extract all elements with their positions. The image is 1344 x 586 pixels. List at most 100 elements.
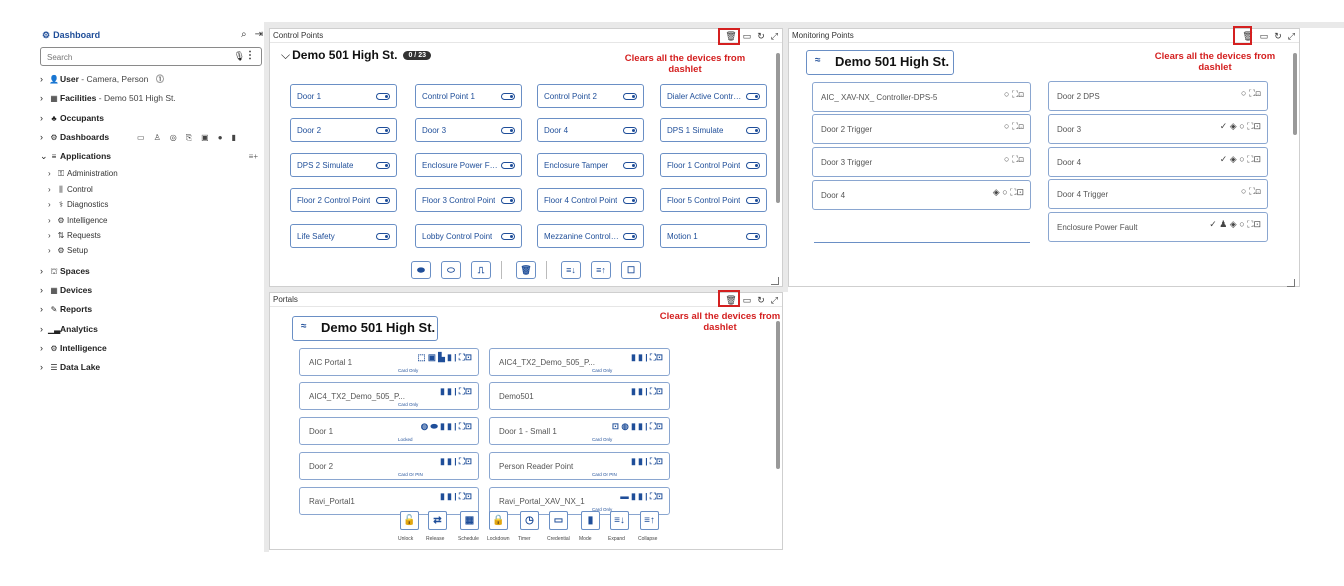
control-point-card[interactable]: Control Point 1: [415, 84, 522, 108]
toggle-icon[interactable]: [501, 93, 515, 100]
status-icons[interactable]: ○ ⛶⊡: [1241, 186, 1261, 197]
toggle-icon[interactable]: [746, 93, 760, 100]
monitoring-point-card[interactable]: Enclosure Power Fault ✓ ♟ ◈ ○ ⛶⊡: [1048, 212, 1268, 242]
microphone-icon[interactable]: 🎙: [234, 51, 245, 62]
toggle-icon[interactable]: [501, 233, 515, 240]
toggle-icon[interactable]: [501, 127, 515, 134]
globe-icon[interactable]: ◎: [170, 133, 177, 142]
portal-action-icons[interactable]: ▮ ▮ | ⛶⊡: [440, 386, 472, 397]
status-icons[interactable]: ○ ⛶⊡: [1004, 154, 1024, 165]
sidebar-item-devices[interactable]: › ▦ Devices: [40, 281, 264, 300]
sidebar-item-occupants[interactable]: › ♣ Occupants: [40, 109, 264, 128]
search-field[interactable]: 🎙 ⋮: [40, 47, 262, 66]
select-all-button[interactable]: ☐: [621, 261, 641, 279]
control-point-card[interactable]: Door 3: [415, 118, 522, 142]
portal-action-icons[interactable]: ▮ ▮ | ⛶⊡: [631, 456, 663, 467]
portal-card[interactable]: Door 1 - Small 1 ⊡ ◍ ▮ ▮ | ⛶⊡ Card Only: [489, 417, 670, 445]
toggle-icon[interactable]: [746, 162, 760, 169]
expand-icon[interactable]: ⤢: [771, 29, 778, 43]
toggle-icon[interactable]: [376, 127, 390, 134]
portal-card[interactable]: AIC Portal 1 ⬚ ▣ ▙ ▮ | ⛶⊡ Card Only: [299, 348, 479, 376]
sidebar-subitem-administration[interactable]: › ⚿ Administration: [40, 166, 264, 181]
location-header[interactable]: ≈ Demo 501 High St.: [806, 50, 954, 75]
toggle-icon[interactable]: [623, 162, 637, 169]
control-point-card[interactable]: Floor 2 Control Point: [290, 188, 397, 212]
toggle-icon[interactable]: [623, 127, 637, 134]
sidebar-item-spaces[interactable]: › ⛫ Spaces: [40, 262, 264, 281]
resize-handle[interactable]: [1287, 279, 1295, 287]
sidebar-item-user[interactable]: › 👤User - Camera, Person ⓵: [40, 70, 264, 89]
control-point-card[interactable]: DPS 2 Simulate: [290, 153, 397, 177]
copy-icon[interactable]: ⎘: [186, 133, 192, 142]
status-icons[interactable]: ✓ ♟ ◈ ○ ⛶⊡: [1209, 219, 1261, 230]
sidebar-subitem-control[interactable]: › ⫼ Control: [40, 182, 264, 197]
credential-button[interactable]: ▭: [549, 511, 568, 530]
toggle-icon[interactable]: [376, 233, 390, 240]
scrollbar-thumb[interactable]: [776, 321, 780, 469]
scrollbar-thumb[interactable]: [776, 53, 780, 203]
control-point-card[interactable]: Control Point 2: [537, 84, 644, 108]
sidebar-item-dashboards[interactable]: › ⚙ Dashboards ▭ ♙ ◎ ⎘ ▣ ● ▮: [40, 128, 264, 147]
delete-button[interactable]: 🗑: [516, 261, 536, 279]
expand-icon[interactable]: ⤢: [771, 293, 778, 307]
list-add-icon[interactable]: ≡+: [249, 147, 258, 166]
refresh-icon[interactable]: ↻: [757, 29, 765, 43]
scrollbar[interactable]: [776, 313, 781, 543]
control-point-card[interactable]: Floor 3 Control Point: [415, 188, 522, 212]
kebab-menu-icon[interactable]: ⋮: [245, 50, 255, 61]
control-point-card[interactable]: Lobby Control Point: [415, 224, 522, 248]
control-point-card[interactable]: Mezzanine Control…: [537, 224, 644, 248]
toggle-off-button[interactable]: ⬭: [441, 261, 461, 279]
release-button[interactable]: ⇄: [428, 511, 447, 530]
portal-card[interactable]: Ravi_Portal1 ▮ ▮ | ⛶⊡: [299, 487, 479, 515]
collapse-button[interactable]: ≡↑: [640, 511, 659, 530]
scrollbar[interactable]: [1293, 49, 1298, 269]
refresh-icon[interactable]: ↻: [757, 293, 765, 307]
sidebar-item-applications[interactable]: ⌄ ≡ Applications ≡+: [40, 147, 264, 166]
sidebar-subitem-requests[interactable]: › ⇅ Requests: [40, 228, 264, 243]
trash-icon[interactable]: ▮: [232, 133, 236, 142]
monitoring-point-card[interactable]: Door 2 Trigger ○ ⛶⊡: [812, 114, 1031, 144]
portal-card[interactable]: AIC4_TX2_Demo_505_P... ▮ ▮ | ⛶⊡ Card Only: [489, 348, 670, 376]
toggle-icon[interactable]: [746, 127, 760, 134]
status-icons[interactable]: ◈ ○ ⛶⊡: [993, 187, 1024, 198]
search-input[interactable]: [47, 51, 217, 63]
search-icon[interactable]: ⌕: [241, 29, 247, 40]
portal-card[interactable]: Demo501 ▮ ▮ | ⛶⊡: [489, 382, 670, 410]
expand-button[interactable]: ≡↓: [610, 511, 629, 530]
monitoring-point-card[interactable]: Door 2 DPS ○ ⛶⊡: [1048, 81, 1268, 111]
toggle-icon[interactable]: [746, 197, 760, 204]
status-icons[interactable]: ✓ ◈ ○ ⛶⊡: [1220, 154, 1261, 165]
portal-action-icons[interactable]: ▮ ▮ | ⛶⊡: [631, 352, 663, 363]
control-point-card[interactable]: Door 2: [290, 118, 397, 142]
lockdown-button[interactable]: 🔒: [489, 511, 508, 530]
control-point-card[interactable]: Door 1: [290, 84, 397, 108]
mode-button[interactable]: ▮: [581, 511, 600, 530]
control-point-card[interactable]: Floor 4 Control Point: [537, 188, 644, 212]
toggle-icon[interactable]: [623, 233, 637, 240]
sidebar-subitem-setup[interactable]: › ⚙ Setup: [40, 243, 264, 258]
expand-all-button[interactable]: ≡↓: [561, 261, 581, 279]
user-outline-icon[interactable]: ♙: [154, 133, 161, 142]
portal-action-icons[interactable]: ▮ ▮ | ⛶⊡: [440, 491, 472, 502]
monitoring-point-card[interactable]: Door 4 ◈ ○ ⛶⊡: [812, 180, 1031, 210]
toggle-icon[interactable]: [746, 233, 760, 240]
sidebar-subitem-diagnostics[interactable]: › ⚕ Diagnostics: [40, 197, 264, 212]
toggle-icon[interactable]: [501, 197, 515, 204]
unlock-button[interactable]: 🔓: [400, 511, 419, 530]
window-icon[interactable]: ▭: [743, 293, 752, 307]
expand-icon[interactable]: ⤢: [1288, 29, 1295, 43]
sidebar-item-datalake[interactable]: › ☰ Data Lake: [40, 358, 264, 377]
portal-action-icons[interactable]: ◍ ⬬ ▮ ▮ | ⛶⊡: [421, 421, 472, 432]
save-icon[interactable]: ▣: [201, 133, 209, 142]
window-icon[interactable]: ▭: [1260, 29, 1269, 43]
control-point-card[interactable]: Door 4: [537, 118, 644, 142]
sidebar-item-reports[interactable]: › ✎ Reports: [40, 300, 264, 319]
scrollbar[interactable]: [776, 49, 781, 281]
portal-card[interactable]: Door 1 ◍ ⬬ ▮ ▮ | ⛶⊡ Locked: [299, 417, 479, 445]
sidebar-title[interactable]: ⚙ Dashboard: [42, 30, 100, 41]
scrollbar-thumb[interactable]: [1293, 53, 1297, 135]
toggle-icon[interactable]: [501, 162, 515, 169]
status-icons[interactable]: ✓ ◈ ○ ⛶⊡: [1220, 121, 1261, 132]
monitoring-point-card[interactable]: Door 3 Trigger ○ ⛶⊡: [812, 147, 1031, 177]
